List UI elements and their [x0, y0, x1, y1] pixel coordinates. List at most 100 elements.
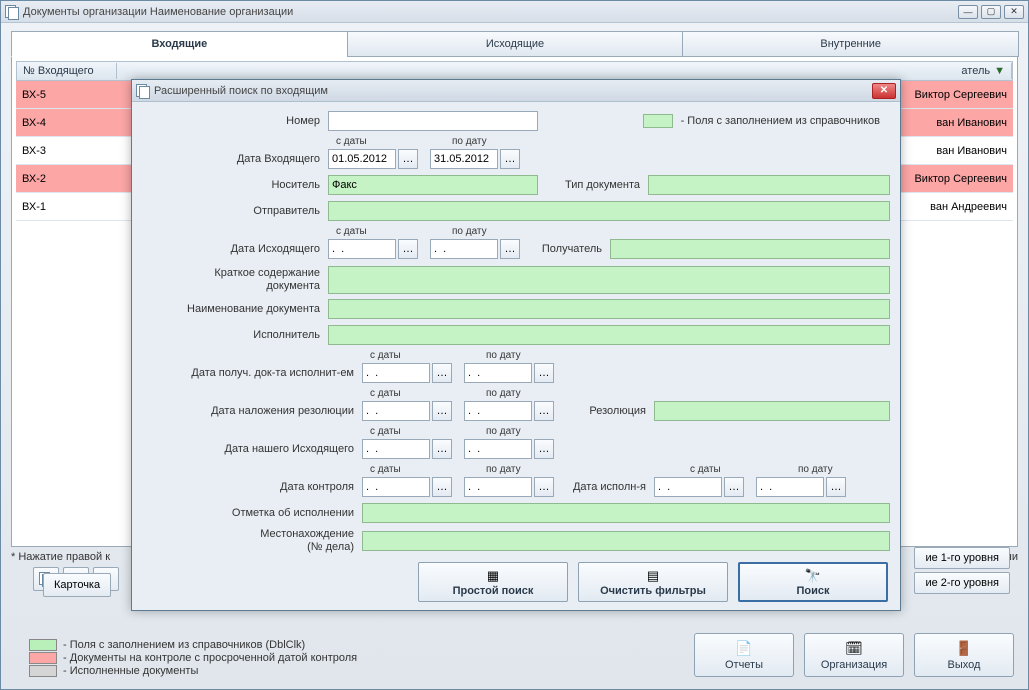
- sublabel-to: по дату: [452, 226, 487, 237]
- col-incoming-number[interactable]: № Входящего: [17, 63, 117, 79]
- level2-button[interactable]: ие 2-го уровня: [914, 572, 1010, 594]
- row-date-our-out: Дата нашего Исходящего … …: [142, 438, 890, 460]
- sublabel-from: с даты: [370, 350, 401, 361]
- sublabel-from: с даты: [370, 464, 401, 475]
- executor-input[interactable]: [328, 325, 890, 345]
- tab-incoming[interactable]: Входящие: [11, 31, 348, 57]
- search-button[interactable]: 🔭Поиск: [738, 562, 888, 602]
- table-icon: ▦: [487, 568, 499, 584]
- clear-icon: ▤: [647, 568, 659, 584]
- swatch-lookup: [643, 114, 673, 128]
- sublabel-from: с даты: [336, 226, 367, 237]
- sublabel-to: по дату: [486, 388, 521, 399]
- search-dialog: Расширенный поиск по входящим ✕ - Поля с…: [131, 79, 901, 611]
- carrier-input[interactable]: [328, 175, 538, 195]
- date-ctrl-from-input[interactable]: [362, 477, 430, 497]
- tab-outgoing[interactable]: Исходящие: [347, 31, 684, 57]
- date-picker-button[interactable]: …: [432, 477, 452, 497]
- brief-input[interactable]: [328, 266, 890, 294]
- clear-filters-button[interactable]: ▤Очистить фильтры: [578, 562, 728, 602]
- hint-left: * Нажатие правой к: [11, 551, 110, 563]
- date-picker-button[interactable]: …: [534, 477, 554, 497]
- date-res-from-input[interactable]: [362, 401, 430, 421]
- date-res-to-input[interactable]: [464, 401, 532, 421]
- reports-button[interactable]: 📄Отчеты: [694, 633, 794, 677]
- simple-search-button[interactable]: ▦Простой поиск: [418, 562, 568, 602]
- label-exec-mark: Отметка об исполнении: [142, 507, 362, 519]
- date-our-out-from-input[interactable]: [362, 439, 430, 459]
- window-title: Документы организации Наименование орган…: [23, 6, 958, 18]
- date-exec-from-input[interactable]: [654, 477, 722, 497]
- date-out-to-input[interactable]: [430, 239, 498, 259]
- sublabel-from: с даты: [336, 136, 367, 147]
- date-in-from-input[interactable]: [328, 149, 396, 169]
- legend-row: - Исполненные документы: [29, 665, 357, 677]
- date-out-from-input[interactable]: [328, 239, 396, 259]
- close-window-button[interactable]: ✕: [1004, 5, 1024, 19]
- sublabel-to: по дату: [486, 350, 521, 361]
- date-exec-to-input[interactable]: [756, 477, 824, 497]
- sublabel-from: с даты: [370, 388, 401, 399]
- doc-name-input[interactable]: [328, 299, 890, 319]
- org-icon: 🗓: [845, 640, 863, 657]
- location-input[interactable]: [362, 531, 890, 551]
- label-brief: Краткое содержаниедокумента: [142, 267, 328, 292]
- number-input[interactable]: [328, 111, 538, 131]
- date-recv-from-input[interactable]: [362, 363, 430, 383]
- label-resolution: Резолюция: [554, 405, 654, 417]
- date-picker-button[interactable]: …: [432, 363, 452, 383]
- date-picker-button[interactable]: …: [534, 401, 554, 421]
- maximize-button[interactable]: ▢: [981, 5, 1001, 19]
- right-toolbar: ие 1-го уровня ие 2-го уровня: [914, 547, 1010, 594]
- date-picker-button[interactable]: …: [500, 149, 520, 169]
- date-picker-button[interactable]: …: [724, 477, 744, 497]
- filter-label: атель: [961, 65, 990, 77]
- date-picker-button[interactable]: …: [398, 149, 418, 169]
- resolution-input[interactable]: [654, 401, 890, 421]
- dialog-close-button[interactable]: ✕: [872, 83, 896, 99]
- minimize-button[interactable]: —: [958, 5, 978, 19]
- row-date-resolution: Дата наложения резолюции … … Резолюция: [142, 400, 890, 422]
- label-date-in: Дата Входящего: [142, 153, 328, 165]
- date-picker-button[interactable]: …: [500, 239, 520, 259]
- label-number: Номер: [142, 115, 328, 127]
- row-brief: Краткое содержаниедокумента: [142, 266, 890, 294]
- dialog-titlebar: Расширенный поиск по входящим ✕: [132, 80, 900, 102]
- date-picker-button[interactable]: …: [432, 401, 452, 421]
- dialog-buttons: ▦Простой поиск ▤Очистить фильтры 🔭Поиск: [418, 562, 888, 602]
- app-icon: [5, 5, 19, 19]
- date-picker-button[interactable]: …: [826, 477, 846, 497]
- tab-internal[interactable]: Внутренние: [682, 31, 1019, 57]
- level1-button[interactable]: ие 1-го уровня: [914, 547, 1010, 569]
- bottom-buttons: 📄Отчеты 🗓Организация 🚪Выход: [694, 633, 1014, 677]
- col-filter[interactable]: атель ▼: [117, 63, 1012, 79]
- date-in-to-input[interactable]: [430, 149, 498, 169]
- date-ctrl-to-input[interactable]: [464, 477, 532, 497]
- label-doc-type: Тип документа: [538, 179, 648, 191]
- exit-button[interactable]: 🚪Выход: [914, 633, 1014, 677]
- date-picker-button[interactable]: …: [432, 439, 452, 459]
- dialog-title: Расширенный поиск по входящим: [154, 85, 872, 97]
- legend: - Поля с заполнением из справочников (Db…: [29, 639, 357, 677]
- date-picker-button[interactable]: …: [398, 239, 418, 259]
- legend-row: - Поля с заполнением из справочников (Db…: [29, 639, 357, 651]
- main-tabs: Входящие Исходящие Внутренние: [11, 31, 1018, 57]
- recipient-input[interactable]: [610, 239, 890, 259]
- sender-input[interactable]: [328, 201, 890, 221]
- row-date-recv-exec: Дата получ. док-та исполнит-ем … …: [142, 362, 890, 384]
- label-date-recv-exec: Дата получ. док-та исполнит-ем: [142, 367, 362, 379]
- date-recv-to-input[interactable]: [464, 363, 532, 383]
- cell-number: ВХ-3: [16, 145, 116, 157]
- date-picker-button[interactable]: …: [534, 363, 554, 383]
- row-date-incoming: Дата Входящего … …: [142, 148, 890, 170]
- row-doc-name: Наименование документа: [142, 298, 890, 320]
- date-our-out-to-input[interactable]: [464, 439, 532, 459]
- label-carrier: Носитель: [142, 179, 328, 191]
- swatch-green: [29, 639, 57, 651]
- doc-type-input[interactable]: [648, 175, 890, 195]
- card-button[interactable]: Карточка: [43, 573, 111, 597]
- exec-mark-input[interactable]: [362, 503, 890, 523]
- date-picker-button[interactable]: …: [534, 439, 554, 459]
- exit-icon: 🚪: [955, 640, 972, 657]
- organization-button[interactable]: 🗓Организация: [804, 633, 904, 677]
